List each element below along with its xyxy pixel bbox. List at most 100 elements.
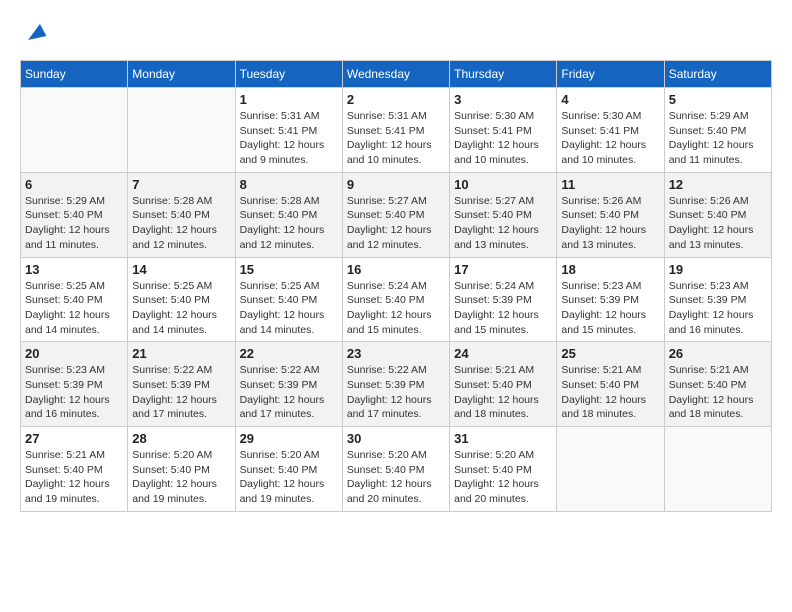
weekday-header-saturday: Saturday: [664, 61, 771, 88]
day-info: Sunrise: 5:28 AMSunset: 5:40 PMDaylight:…: [240, 194, 338, 253]
calendar-cell: [557, 427, 664, 512]
day-info: Sunrise: 5:22 AMSunset: 5:39 PMDaylight:…: [240, 363, 338, 422]
weekday-header-friday: Friday: [557, 61, 664, 88]
calendar-cell: [664, 427, 771, 512]
weekday-header-tuesday: Tuesday: [235, 61, 342, 88]
page-header: [20, 20, 772, 44]
day-number: 23: [347, 346, 445, 361]
calendar-cell: 29Sunrise: 5:20 AMSunset: 5:40 PMDayligh…: [235, 427, 342, 512]
day-info: Sunrise: 5:22 AMSunset: 5:39 PMDaylight:…: [347, 363, 445, 422]
day-number: 26: [669, 346, 767, 361]
day-number: 8: [240, 177, 338, 192]
calendar-cell: 6Sunrise: 5:29 AMSunset: 5:40 PMDaylight…: [21, 172, 128, 257]
calendar-cell: 7 Sunrise: 5:28 AMSunset: 5:40 PMDaylight…: [128, 172, 235, 257]
day-number: 12: [669, 177, 767, 192]
day-info: Sunrise: 5:29 AMSunset: 5:40 PMDaylight:…: [25, 194, 123, 253]
day-number: 30: [347, 431, 445, 446]
day-info: Sunrise: 5:25 AMSunset: 5:40 PMDaylight:…: [132, 279, 230, 338]
day-info: Sunrise: 5:27 AMSunset: 5:40 PMDaylight:…: [454, 194, 552, 253]
day-number: 22: [240, 346, 338, 361]
day-number: 27: [25, 431, 123, 446]
day-number: 5: [669, 92, 767, 107]
calendar-cell: 22 Sunrise: 5:22 AMSunset: 5:39 PMDayligh…: [235, 342, 342, 427]
day-number: 24: [454, 346, 552, 361]
weekday-header-row: SundayMondayTuesdayWednesdayThursdayFrid…: [21, 61, 772, 88]
day-info: Sunrise: 5:23 AMSunset: 5:39 PMDaylight:…: [561, 279, 659, 338]
day-info: Sunrise: 5:20 AMSunset: 5:40 PMDaylight:…: [132, 448, 230, 507]
weekday-header-thursday: Thursday: [450, 61, 557, 88]
calendar-cell: [21, 88, 128, 173]
calendar-cell: 27 Sunrise: 5:21 AMSunset: 5:40 PMDayligh…: [21, 427, 128, 512]
day-info: Sunrise: 5:21 AMSunset: 5:40 PMDaylight:…: [25, 448, 123, 507]
calendar-week-row: 13 Sunrise: 5:25 AMSunset: 5:40 PMDayligh…: [21, 257, 772, 342]
day-number: 11: [561, 177, 659, 192]
calendar-week-row: 1 Sunrise: 5:31 AMSunset: 5:41 PMDaylight…: [21, 88, 772, 173]
day-info: Sunrise: 5:21 AMSunset: 5:40 PMDaylight:…: [454, 363, 552, 422]
day-info: Sunrise: 5:24 AMSunset: 5:39 PMDaylight:…: [454, 279, 552, 338]
day-number: 31: [454, 431, 552, 446]
logo-icon: [24, 20, 48, 44]
calendar-table: SundayMondayTuesdayWednesdayThursdayFrid…: [20, 60, 772, 512]
calendar-cell: 19Sunrise: 5:23 AMSunset: 5:39 PMDayligh…: [664, 257, 771, 342]
calendar-cell: 11 Sunrise: 5:26 AMSunset: 5:40 PMDayligh…: [557, 172, 664, 257]
day-info: Sunrise: 5:23 AMSunset: 5:39 PMDaylight:…: [25, 363, 123, 422]
day-number: 2: [347, 92, 445, 107]
day-number: 16: [347, 262, 445, 277]
day-info: Sunrise: 5:30 AMSunset: 5:41 PMDaylight:…: [561, 109, 659, 168]
calendar-week-row: 27 Sunrise: 5:21 AMSunset: 5:40 PMDayligh…: [21, 427, 772, 512]
day-number: 28: [132, 431, 230, 446]
day-info: Sunrise: 5:25 AMSunset: 5:40 PMDaylight:…: [25, 279, 123, 338]
day-number: 3: [454, 92, 552, 107]
calendar-cell: 12Sunrise: 5:26 AMSunset: 5:40 PMDayligh…: [664, 172, 771, 257]
day-info: Sunrise: 5:28 AMSunset: 5:40 PMDaylight:…: [132, 194, 230, 253]
calendar-cell: 20 Sunrise: 5:23 AMSunset: 5:39 PMDayligh…: [21, 342, 128, 427]
calendar-week-row: 20 Sunrise: 5:23 AMSunset: 5:39 PMDayligh…: [21, 342, 772, 427]
day-number: 25: [561, 346, 659, 361]
calendar-cell: [128, 88, 235, 173]
calendar-cell: 13 Sunrise: 5:25 AMSunset: 5:40 PMDayligh…: [21, 257, 128, 342]
calendar-cell: 18Sunrise: 5:23 AMSunset: 5:39 PMDayligh…: [557, 257, 664, 342]
day-number: 13: [25, 262, 123, 277]
day-info: Sunrise: 5:21 AMSunset: 5:40 PMDaylight:…: [669, 363, 767, 422]
calendar-cell: 26 Sunrise: 5:21 AMSunset: 5:40 PMDayligh…: [664, 342, 771, 427]
calendar-cell: 24 Sunrise: 5:21 AMSunset: 5:40 PMDayligh…: [450, 342, 557, 427]
calendar-cell: 23 Sunrise: 5:22 AMSunset: 5:39 PMDayligh…: [342, 342, 449, 427]
day-number: 15: [240, 262, 338, 277]
day-info: Sunrise: 5:30 AMSunset: 5:41 PMDaylight:…: [454, 109, 552, 168]
day-number: 10: [454, 177, 552, 192]
calendar-cell: 30 Sunrise: 5:20 AMSunset: 5:40 PMDayligh…: [342, 427, 449, 512]
day-info: Sunrise: 5:20 AMSunset: 5:40 PMDaylight:…: [347, 448, 445, 507]
day-number: 29: [240, 431, 338, 446]
logo: [20, 20, 48, 44]
day-number: 20: [25, 346, 123, 361]
calendar-cell: 25 Sunrise: 5:21 AMSunset: 5:40 PMDayligh…: [557, 342, 664, 427]
calendar-cell: 9Sunrise: 5:27 AMSunset: 5:40 PMDaylight…: [342, 172, 449, 257]
day-info: Sunrise: 5:22 AMSunset: 5:39 PMDaylight:…: [132, 363, 230, 422]
day-number: 14: [132, 262, 230, 277]
day-number: 17: [454, 262, 552, 277]
day-info: Sunrise: 5:21 AMSunset: 5:40 PMDaylight:…: [561, 363, 659, 422]
day-info: Sunrise: 5:29 AMSunset: 5:40 PMDaylight:…: [669, 109, 767, 168]
calendar-cell: 2 Sunrise: 5:31 AMSunset: 5:41 PMDaylight…: [342, 88, 449, 173]
calendar-cell: 15 Sunrise: 5:25 AMSunset: 5:40 PMDayligh…: [235, 257, 342, 342]
calendar-cell: 1 Sunrise: 5:31 AMSunset: 5:41 PMDaylight…: [235, 88, 342, 173]
calendar-cell: 4Sunrise: 5:30 AMSunset: 5:41 PMDaylight…: [557, 88, 664, 173]
weekday-header-monday: Monday: [128, 61, 235, 88]
day-info: Sunrise: 5:26 AMSunset: 5:40 PMDaylight:…: [561, 194, 659, 253]
calendar-cell: 3 Sunrise: 5:30 AMSunset: 5:41 PMDaylight…: [450, 88, 557, 173]
day-number: 1: [240, 92, 338, 107]
calendar-cell: 5 Sunrise: 5:29 AMSunset: 5:40 PMDaylight…: [664, 88, 771, 173]
calendar-cell: 16 Sunrise: 5:24 AMSunset: 5:40 PMDayligh…: [342, 257, 449, 342]
calendar-cell: 8 Sunrise: 5:28 AMSunset: 5:40 PMDaylight…: [235, 172, 342, 257]
calendar-cell: 21Sunrise: 5:22 AMSunset: 5:39 PMDayligh…: [128, 342, 235, 427]
day-info: Sunrise: 5:23 AMSunset: 5:39 PMDaylight:…: [669, 279, 767, 338]
day-info: Sunrise: 5:25 AMSunset: 5:40 PMDaylight:…: [240, 279, 338, 338]
day-info: Sunrise: 5:24 AMSunset: 5:40 PMDaylight:…: [347, 279, 445, 338]
day-number: 7: [132, 177, 230, 192]
calendar-week-row: 6Sunrise: 5:29 AMSunset: 5:40 PMDaylight…: [21, 172, 772, 257]
weekday-header-sunday: Sunday: [21, 61, 128, 88]
day-info: Sunrise: 5:27 AMSunset: 5:40 PMDaylight:…: [347, 194, 445, 253]
day-info: Sunrise: 5:31 AMSunset: 5:41 PMDaylight:…: [240, 109, 338, 168]
calendar-cell: 17 Sunrise: 5:24 AMSunset: 5:39 PMDayligh…: [450, 257, 557, 342]
day-info: Sunrise: 5:31 AMSunset: 5:41 PMDaylight:…: [347, 109, 445, 168]
